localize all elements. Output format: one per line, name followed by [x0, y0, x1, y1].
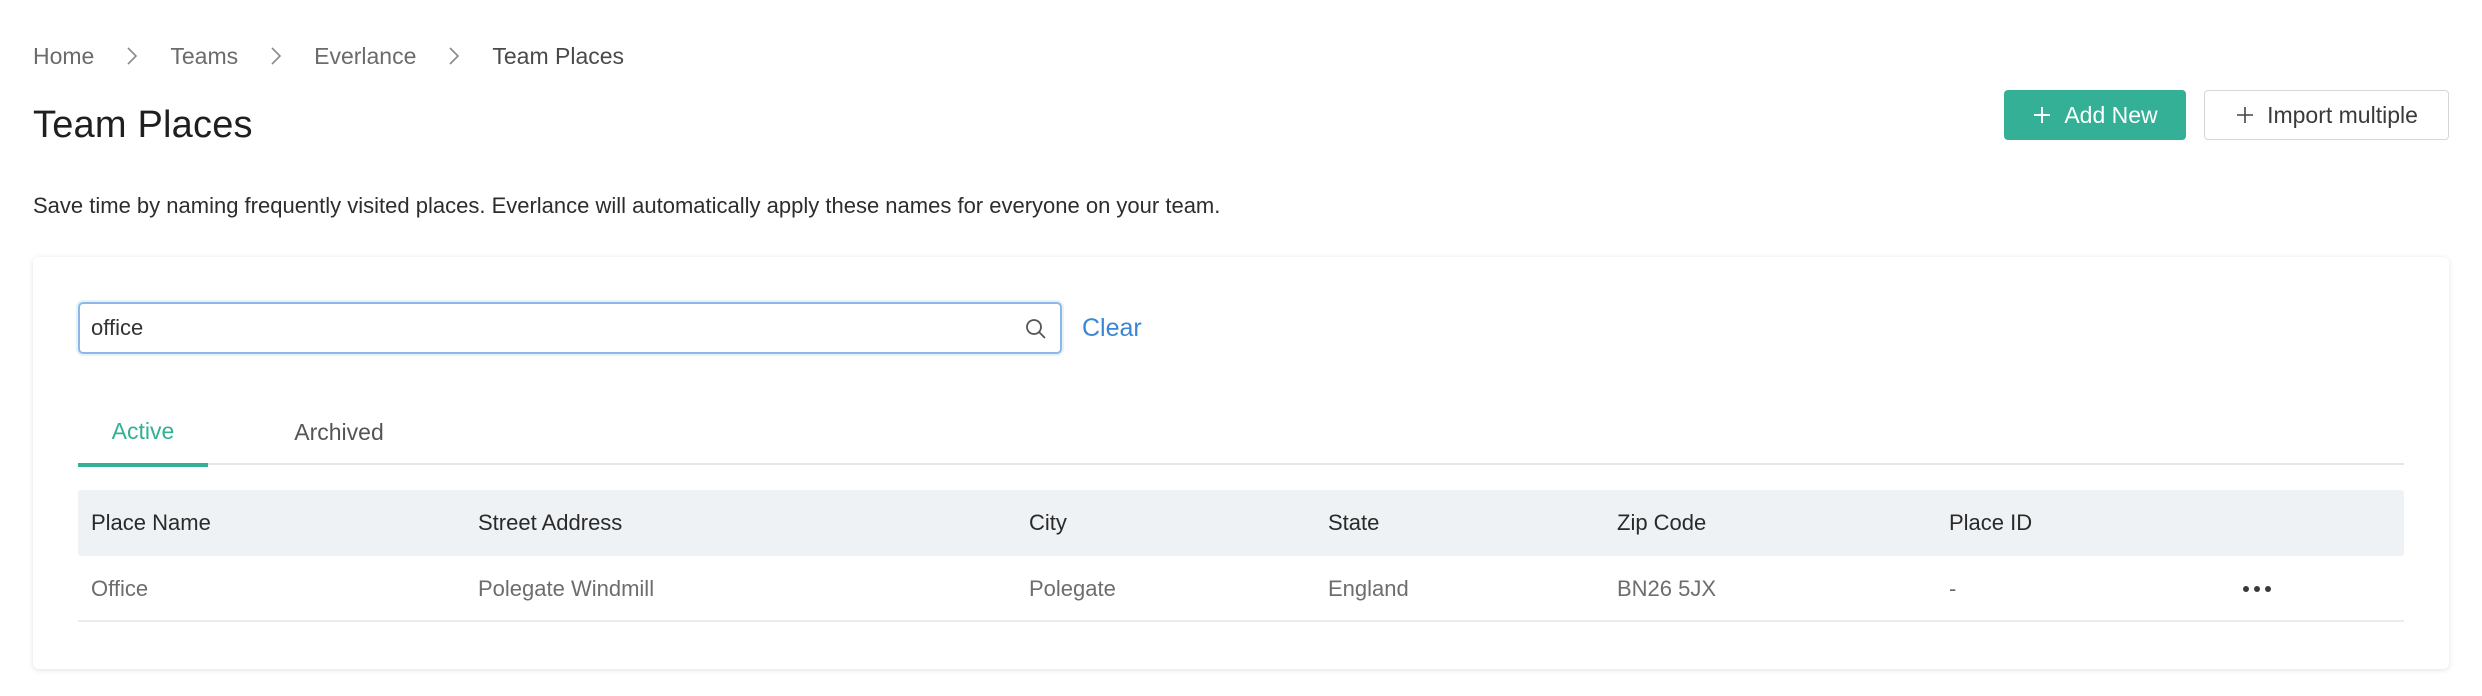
places-card: Clear Active Archived Place Name Street …: [33, 257, 2449, 669]
import-multiple-button[interactable]: Import multiple: [2204, 90, 2449, 140]
row-menu-button[interactable]: [2235, 556, 2279, 622]
cell-city: Polegate: [1029, 576, 1116, 601]
breadcrumb-everlance[interactable]: Everlance: [314, 43, 416, 70]
cell-state: England: [1328, 576, 1409, 601]
tab-bar: Active Archived: [78, 400, 2404, 467]
breadcrumb: Home Teams Everlance Team Places: [33, 40, 624, 72]
clear-search-link[interactable]: Clear: [1082, 314, 1142, 343]
tab-archived[interactable]: Archived: [273, 400, 405, 465]
page-title: Team Places: [33, 104, 253, 146]
breadcrumb-home[interactable]: Home: [33, 43, 94, 70]
tab-active[interactable]: Active: [78, 400, 208, 467]
search-icon[interactable]: [1024, 317, 1048, 341]
column-header-place-name[interactable]: Place Name: [91, 490, 211, 556]
cell-place-name: Office: [91, 576, 149, 601]
table-row[interactable]: Office Polegate Windmill Polegate Englan…: [78, 556, 2404, 622]
page-description: Save time by naming frequently visited p…: [33, 193, 1221, 218]
cell-place-id: -: [1949, 576, 1957, 601]
column-header-zip-code[interactable]: Zip Code: [1617, 490, 1706, 556]
breadcrumb-team-places: Team Places: [492, 42, 625, 69]
places-table: Place Name Street Address City State Zip…: [78, 490, 2404, 622]
search-row: Clear: [78, 302, 1142, 354]
add-new-button[interactable]: Add New: [2004, 90, 2186, 140]
import-multiple-label: Import multiple: [2267, 101, 2418, 128]
column-header-state[interactable]: State: [1328, 490, 1379, 556]
cell-zip-code: BN26 5JX: [1617, 576, 1717, 601]
column-header-city[interactable]: City: [1029, 490, 1067, 556]
more-horizontal-icon: [2243, 586, 2271, 592]
search-box: [78, 302, 1062, 354]
chevron-right-icon: [270, 47, 282, 65]
table-header: Place Name Street Address City State Zip…: [78, 490, 2404, 556]
column-header-street-address[interactable]: Street Address: [478, 490, 622, 556]
breadcrumb-teams[interactable]: Teams: [170, 43, 238, 70]
search-input[interactable]: [80, 304, 1060, 352]
column-header-place-id[interactable]: Place ID: [1949, 490, 2032, 556]
page-actions: Add New Import multiple: [2004, 90, 2449, 140]
add-new-label: Add New: [2064, 101, 2158, 128]
plus-icon: [2032, 105, 2052, 125]
chevron-right-icon: [126, 47, 138, 65]
chevron-right-icon: [448, 47, 460, 65]
plus-icon: [2235, 105, 2255, 125]
cell-street-address: Polegate Windmill: [478, 576, 655, 601]
